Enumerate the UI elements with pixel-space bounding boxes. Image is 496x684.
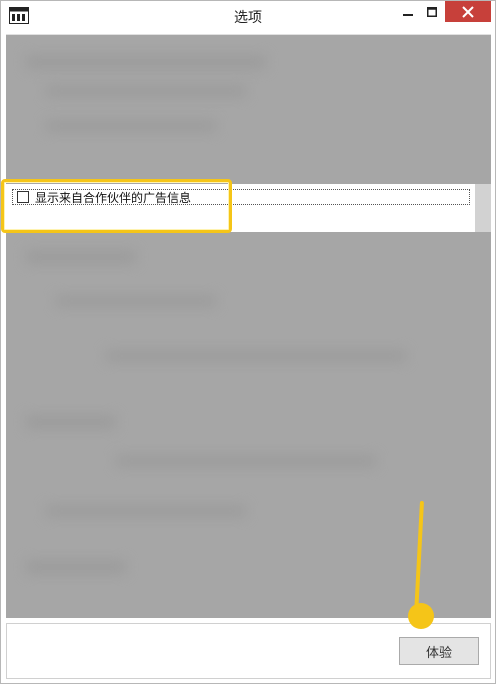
title-bar[interactable]: 选项: [1, 1, 495, 31]
scrollbar-thumb[interactable]: [475, 184, 491, 232]
blurred-text: [106, 350, 406, 362]
blurred-text: [26, 55, 266, 69]
partner-ads-checkbox[interactable]: [17, 191, 29, 203]
maximize-button[interactable]: [421, 1, 443, 22]
ok-button[interactable]: 体验: [399, 637, 479, 665]
maximize-icon: [427, 6, 437, 17]
blurred-text: [116, 455, 376, 467]
pointer-annotation-dot: [408, 603, 434, 629]
blurred-text: [46, 120, 216, 132]
minimize-button[interactable]: [397, 1, 419, 22]
blurred-text: [46, 85, 246, 97]
blurred-text: [26, 560, 126, 574]
blurred-text: [26, 415, 116, 429]
partner-ads-label: 显示来自合作伙伴的广告信息: [35, 190, 192, 205]
blurred-text: [56, 295, 216, 307]
app-window-icon: [9, 7, 29, 24]
close-icon: [462, 5, 474, 18]
close-button[interactable]: [445, 1, 491, 22]
partner-ads-option[interactable]: 显示来自合作伙伴的广告信息: [12, 189, 470, 205]
blurred-text: [46, 505, 246, 517]
options-window: 选项 显示来自合作伙伴的广告信息 体验: [0, 0, 496, 684]
blurred-text: [26, 250, 136, 264]
minimize-icon: [403, 13, 413, 16]
